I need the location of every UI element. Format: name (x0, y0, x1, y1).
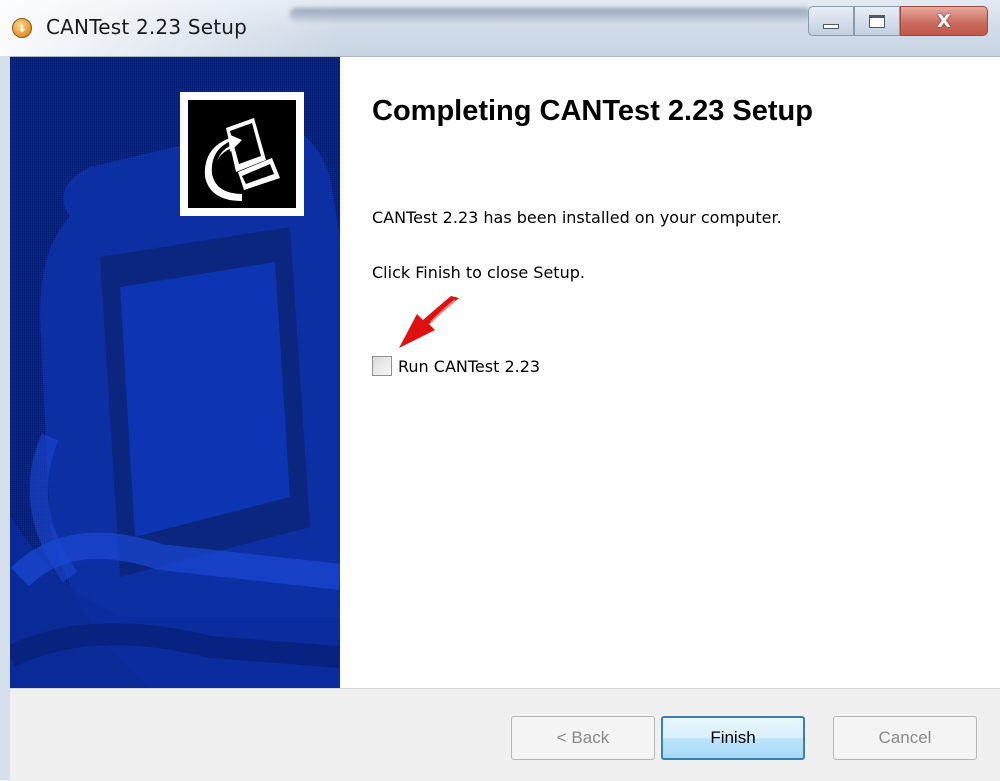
back-button[interactable]: < Back (511, 716, 655, 760)
minimize-icon (823, 23, 839, 29)
close-icon: X (937, 10, 951, 32)
installed-message: CANTest 2.23 has been installed on your … (372, 208, 782, 227)
cancel-button[interactable]: Cancel (833, 716, 977, 760)
wizard-content: Completing CANTest 2.23 Setup CANTest 2.… (340, 57, 1000, 688)
title-bar-shadow (290, 8, 810, 22)
window-left-border (0, 56, 10, 780)
window-title: CANTest 2.23 Setup (46, 15, 248, 39)
run-option[interactable]: Run CANTest 2.23 (372, 356, 540, 376)
run-checkbox[interactable] (372, 356, 392, 376)
logo-frame (180, 92, 304, 216)
page-heading: Completing CANTest 2.23 Setup (372, 95, 813, 127)
computer-install-icon (188, 100, 296, 208)
annotation-arrow-icon (399, 296, 459, 348)
finish-instructions: Click Finish to close Setup. (372, 263, 585, 282)
title-bar[interactable]: ↓ CANTest 2.23 Setup X (0, 0, 1000, 57)
finish-button[interactable]: Finish (661, 716, 805, 760)
wizard-banner (10, 57, 340, 688)
maximize-icon (869, 14, 885, 28)
minimize-button[interactable] (808, 6, 854, 36)
close-button[interactable]: X (900, 6, 988, 36)
maximize-button[interactable] (854, 6, 900, 36)
run-checkbox-label[interactable]: Run CANTest 2.23 (398, 357, 540, 376)
installer-icon[interactable]: ↓ (12, 18, 32, 38)
caption-buttons: X (808, 6, 988, 36)
button-bar: < Back Finish Cancel (10, 688, 1000, 781)
